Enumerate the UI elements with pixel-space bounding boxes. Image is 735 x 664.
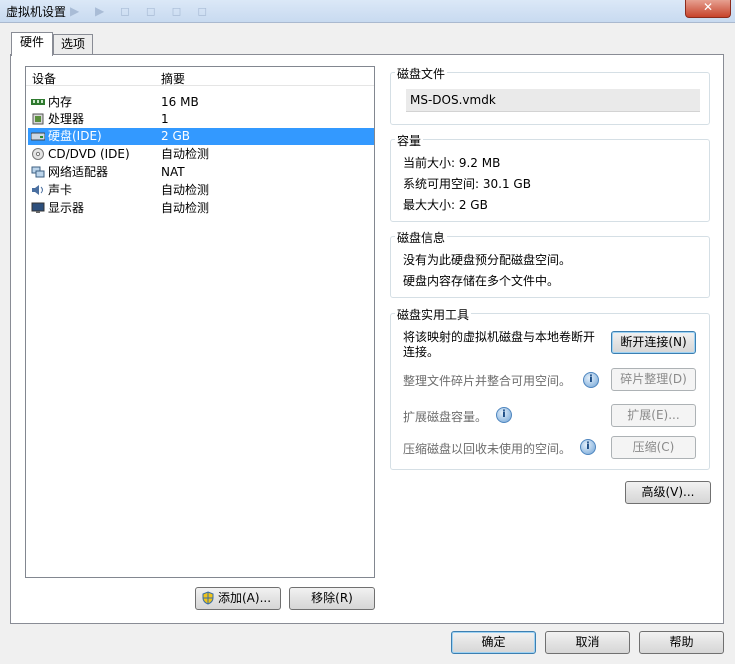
cd-dvd-icon [32, 148, 44, 160]
tab-panel: 设备 摘要 内存 16 MB 处理器 1 硬盘(IDE) 2 GB CD/DVD… [10, 54, 724, 624]
device-summary: 16 MB [161, 95, 199, 109]
compact-description: 压缩磁盘以回收未使用的空间。 [403, 442, 572, 456]
capacity-title: 容量 [395, 132, 424, 149]
device-name: 硬盘(IDE) [48, 129, 102, 143]
available-space-text: 系统可用空间: 30.1 GB [403, 177, 531, 191]
hard-disk-icon [31, 132, 45, 141]
disconnect-description-line-2: 连接。 [403, 345, 440, 359]
add-device-label: 添加(A)... [218, 591, 272, 605]
device-name: 内存 [48, 95, 73, 109]
device-row-memory[interactable]: 内存 16 MB [28, 94, 374, 111]
device-list-header: 设备 摘要 [26, 67, 374, 86]
device-summary: 自动检测 [161, 147, 210, 161]
processor-icon [32, 113, 44, 125]
help-button[interactable]: 帮助 [639, 631, 724, 654]
device-name: 网络适配器 [48, 165, 109, 179]
title-bar: 虚拟机设置 ▶ ▶ ◻ ◻ ◻ ◻ ✕ [0, 0, 735, 23]
compact-button[interactable]: 压缩(C) [611, 436, 696, 459]
defrag-button[interactable]: 碎片整理(D) [611, 368, 696, 391]
memory-icon [31, 99, 45, 105]
device-name: 声卡 [48, 183, 73, 197]
disk-utilities-group: 磁盘实用工具 将该映射的虚拟机磁盘与本地卷断开 连接。 断开连接(N) 整理文件… [390, 306, 710, 470]
disk-file-field[interactable]: MS-DOS.vmdk [406, 89, 700, 112]
shield-icon [202, 591, 214, 605]
current-size-text: 当前大小: 9.2 MB [403, 156, 501, 170]
expand-button[interactable]: 扩展(E)... [611, 404, 696, 427]
remove-device-button[interactable]: 移除(R) [289, 587, 375, 610]
column-header-summary[interactable]: 摘要 [161, 70, 185, 87]
close-button[interactable]: ✕ [685, 0, 731, 18]
capacity-group: 容量 当前大小: 9.2 MB 系统可用空间: 30.1 GB 最大大小: 2 … [390, 132, 710, 222]
advanced-button[interactable]: 高级(V)... [625, 481, 711, 504]
tab-hardware[interactable]: 硬件 [11, 32, 53, 56]
expand-description: 扩展磁盘容量。 [403, 410, 488, 424]
max-size-text: 最大大小: 2 GB [403, 198, 488, 212]
disk-info-title: 磁盘信息 [395, 229, 448, 246]
cancel-button[interactable]: 取消 [545, 631, 630, 654]
device-summary: 自动检测 [161, 183, 210, 197]
info-icon: i [496, 407, 512, 423]
device-summary: NAT [161, 165, 185, 179]
info-icon: i [580, 439, 596, 455]
network-adapter-icon [31, 166, 45, 178]
disk-file-title: 磁盘文件 [395, 65, 448, 82]
add-device-button[interactable]: 添加(A)... [195, 587, 281, 610]
device-list[interactable]: 设备 摘要 内存 16 MB 处理器 1 硬盘(IDE) 2 GB CD/DVD… [25, 66, 375, 578]
defrag-description: 整理文件碎片并整合可用空间。 [403, 374, 572, 388]
monitor-icon [31, 202, 45, 213]
disconnect-button[interactable]: 断开连接(N) [611, 331, 696, 354]
device-row-processor[interactable]: 处理器 1 [28, 111, 374, 128]
device-summary: 2 GB [161, 129, 190, 143]
device-row-network-adapter[interactable]: 网络适配器 NAT [28, 164, 374, 181]
info-icon: i [583, 372, 599, 388]
disk-info-line-1: 没有为此硬盘预分配磁盘空间。 [403, 253, 572, 267]
device-name: CD/DVD (IDE) [48, 147, 130, 161]
disk-info-line-2: 硬盘内容存储在多个文件中。 [403, 274, 560, 288]
device-summary: 自动检测 [161, 201, 210, 215]
device-name: 显示器 [48, 201, 85, 215]
disk-file-group: 磁盘文件 MS-DOS.vmdk [390, 65, 710, 125]
device-name: 处理器 [48, 112, 85, 126]
device-row-cd-dvd[interactable]: CD/DVD (IDE) 自动检测 [28, 146, 374, 163]
device-row-sound-card[interactable]: 声卡 自动检测 [28, 182, 374, 199]
disk-utilities-title: 磁盘实用工具 [395, 306, 472, 323]
title-bar-background-icons: ▶ ▶ ◻ ◻ ◻ ◻ [70, 4, 214, 18]
speaker-icon [32, 185, 43, 195]
device-row-display[interactable]: 显示器 自动检测 [28, 200, 374, 217]
column-header-device[interactable]: 设备 [32, 70, 56, 87]
device-row-hard-disk[interactable]: 硬盘(IDE) 2 GB [28, 128, 374, 145]
device-summary: 1 [161, 112, 169, 126]
disk-info-group: 磁盘信息 没有为此硬盘预分配磁盘空间。 硬盘内容存储在多个文件中。 [390, 229, 710, 298]
window-title: 虚拟机设置 [6, 5, 67, 19]
ok-button[interactable]: 确定 [451, 631, 536, 654]
tab-options[interactable]: 选项 [53, 34, 93, 55]
